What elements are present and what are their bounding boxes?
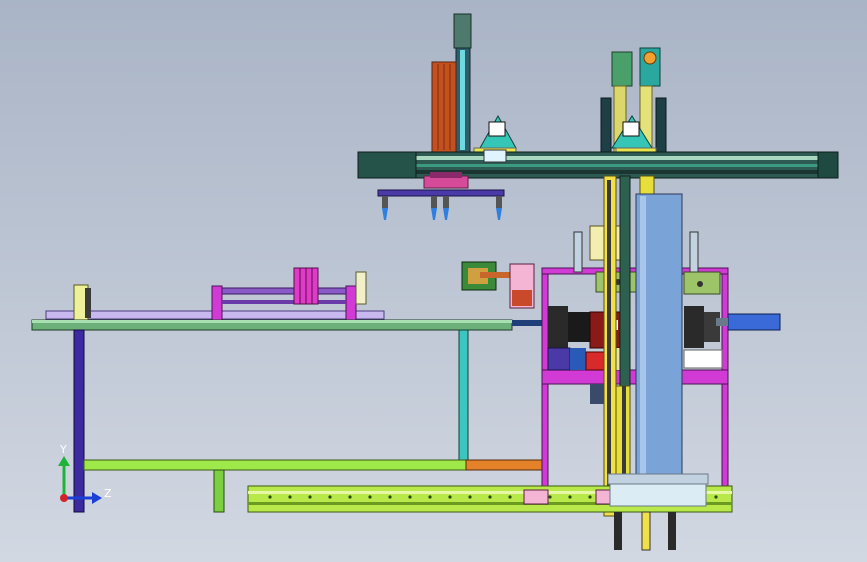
y-axis-label: Y [59,443,67,456]
left-slide-motor [453,13,472,49]
x-axis-dot-icon [60,494,68,502]
left-slide-rail-inner [460,50,465,150]
pick-head[interactable] [377,172,505,220]
top-gantry[interactable] [357,13,839,179]
y-axis-arrow-icon [58,456,70,466]
sensor-icon [643,51,657,65]
gripper-icon [431,208,437,220]
left-conveyor[interactable] [31,267,545,513]
gripper-bar [377,189,505,197]
central-column[interactable] [603,175,683,517]
gripper-icon [382,208,388,220]
right-slide-motor [611,51,633,87]
coordinate-triad: Y Z [58,443,112,504]
z-axis-label: Z [104,487,112,500]
transfer-arm[interactable] [461,261,544,326]
gripper-icon [496,208,502,220]
gripper-icon [443,208,449,220]
cad-viewport[interactable]: Y Z [0,0,867,562]
cylinder-icon [727,313,781,331]
z-axis-arrow-icon [92,492,102,504]
bottom-rail[interactable] [247,473,733,551]
